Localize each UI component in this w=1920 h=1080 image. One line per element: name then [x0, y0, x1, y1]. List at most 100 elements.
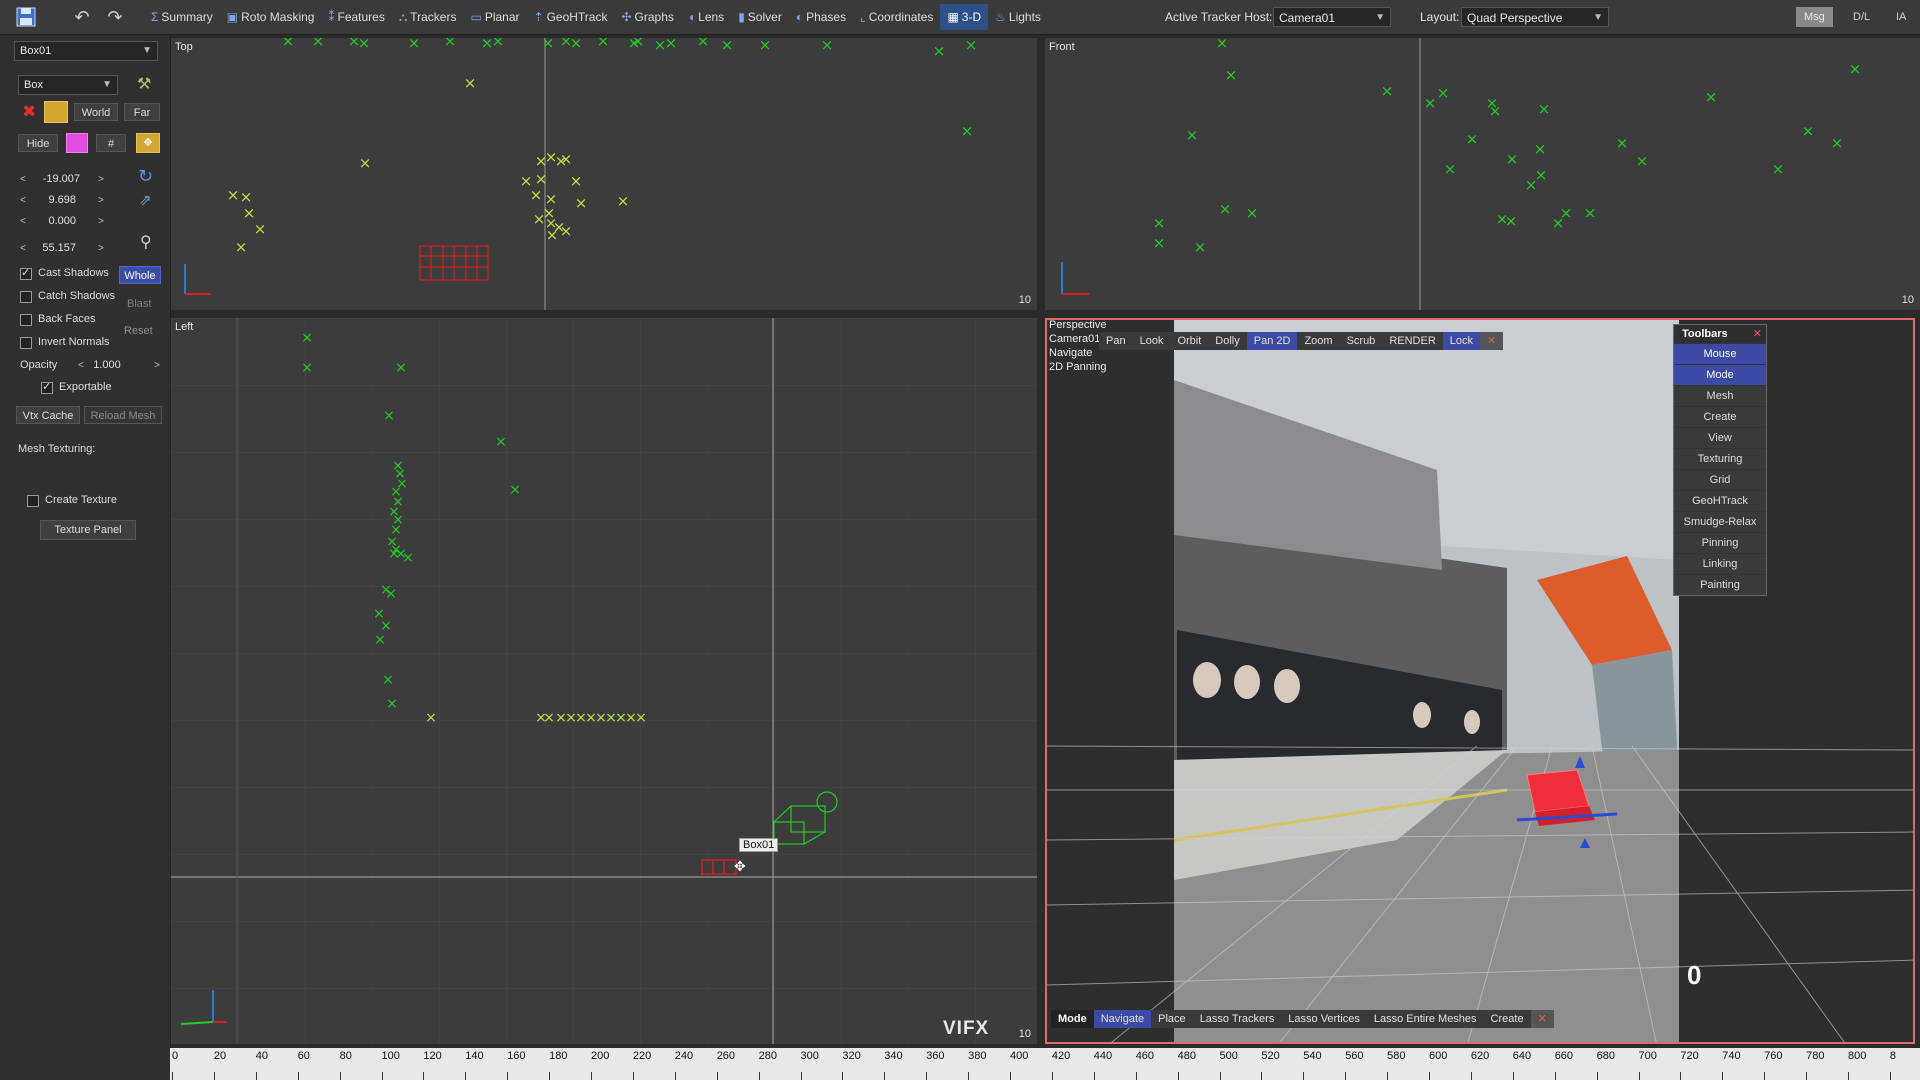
increment-x-arrow[interactable]: >: [98, 174, 104, 185]
mode-button-navigate[interactable]: Navigate: [1093, 1010, 1152, 1028]
close-icon[interactable]: ✕: [1753, 325, 1762, 343]
room-tab-3-d[interactable]: ▦ 3-D: [940, 4, 989, 30]
reset-button[interactable]: Reset: [124, 325, 153, 337]
toolbar-item-painting[interactable]: Painting: [1674, 574, 1766, 595]
toolbar-item-mode[interactable]: Mode: [1674, 364, 1766, 385]
undo-icon[interactable]: ↶: [70, 5, 94, 29]
mode-button-lasso-vertices[interactable]: Lasso Vertices: [1281, 1010, 1367, 1028]
mode-button-lasso-trackers[interactable]: Lasso Trackers: [1193, 1010, 1282, 1028]
left-viewport-canvas[interactable]: ×× ××××××××××××××××××××××××× ×× ×××××××××: [171, 318, 1037, 1044]
whole-button[interactable]: Whole: [119, 266, 161, 284]
room-tab-geohtrack[interactable]: ⇡ GeoHTrack: [527, 4, 615, 30]
pos-x-value[interactable]: -19.007: [30, 173, 80, 185]
perspective-scene[interactable]: [1047, 320, 1915, 1044]
scale-icon[interactable]: ⇗: [139, 191, 152, 209]
save-icon[interactable]: [14, 5, 38, 29]
nav-button-dolly[interactable]: Dolly: [1208, 332, 1246, 350]
mode-button-place[interactable]: Place: [1151, 1010, 1193, 1028]
mode-button-create[interactable]: Create: [1484, 1010, 1531, 1028]
toolbar-item-view[interactable]: View: [1674, 427, 1766, 448]
timeline-ruler[interactable]: 0 20 40 60 80 100 120 140 160 180 200 220 240 260 280 3…: [170, 1048, 1920, 1080]
exportable-checkbox[interactable]: [41, 380, 53, 394]
front-viewport[interactable]: × × × × × × × × × × × × × × × × × × × × × × × × × × × × × × × × Front 1…: [1045, 38, 1920, 310]
cast-shadows-checkbox[interactable]: [20, 266, 32, 280]
room-tab-summary[interactable]: Σ Summary: [144, 4, 220, 30]
room-tab-solver[interactable]: ▮ Solver: [731, 4, 789, 30]
nav-button-pan-2d[interactable]: Pan 2D: [1246, 332, 1298, 350]
room-tab-graphs[interactable]: ✣ Graphs: [614, 4, 680, 30]
hash-button[interactable]: #: [96, 134, 126, 152]
reload-mesh-button[interactable]: Reload Mesh: [84, 406, 162, 424]
object-select[interactable]: Box01 ▼: [14, 41, 158, 61]
redo-icon[interactable]: ↷: [103, 5, 127, 29]
close-icon[interactable]: ✕: [1480, 332, 1504, 350]
globe-icon[interactable]: [44, 101, 68, 123]
opacity-value[interactable]: 1.000: [82, 359, 132, 371]
nav-button-orbit[interactable]: Orbit: [1170, 332, 1208, 350]
pos-y-value[interactable]: 9.698: [26, 194, 76, 206]
increment-w-arrow[interactable]: >: [98, 243, 104, 254]
perspective-viewport[interactable]: Perspective Camera01 Navigate 2D Panning…: [1045, 318, 1915, 1044]
room-tab-phases[interactable]: ◐ Phases: [789, 4, 853, 30]
toolbar-item-pinning[interactable]: Pinning: [1674, 532, 1766, 553]
nav-button-pan[interactable]: Pan: [1099, 332, 1133, 350]
room-tab-features[interactable]: ⁑ Features: [321, 4, 391, 30]
increment-y-arrow[interactable]: >: [98, 195, 104, 206]
room-tab-coordinates[interactable]: ⌞ Coordinates: [853, 4, 940, 30]
close-icon[interactable]: ✕: [1530, 1010, 1554, 1028]
toolbar-item-texturing[interactable]: Texturing: [1674, 448, 1766, 469]
dl-button[interactable]: D/L: [1845, 7, 1879, 27]
front-viewport-canvas[interactable]: ××× ×××××××××××××××× ×× ×××××××××× ×: [1045, 38, 1920, 310]
top-viewport-canvas[interactable]: × × ×× × × ×× × ×× × × ×× × × × × ××××××× ××××××××× × ××× ×…: [171, 38, 1037, 310]
toolbar-item-create[interactable]: Create: [1674, 406, 1766, 427]
back-faces-checkbox[interactable]: [20, 314, 32, 326]
top-viewport[interactable]: × × × × × × × × × × × × × × × × × × × × × × × × × × × × × × × × × × × × × × × ×…: [171, 38, 1037, 310]
mode-button-lasso-entire-meshes[interactable]: Lasso Entire Meshes: [1367, 1010, 1484, 1028]
msg-button[interactable]: Msg: [1796, 7, 1833, 27]
toolbar-item-geohtrack[interactable]: GeoHTrack: [1674, 490, 1766, 511]
increment-opacity-arrow[interactable]: >: [154, 360, 160, 371]
far-button[interactable]: Far: [124, 103, 160, 121]
texture-panel-button[interactable]: Texture Panel: [40, 520, 136, 540]
tracker-host-select[interactable]: Camera01 ▼: [1273, 7, 1391, 27]
catch-shadows-checkbox[interactable]: [20, 291, 32, 303]
mesh-type-select[interactable]: Box ▼: [18, 75, 118, 95]
nav-button-scrub[interactable]: Scrub: [1340, 332, 1383, 350]
world-button[interactable]: World: [74, 103, 118, 121]
decrement-y-arrow[interactable]: <: [20, 195, 26, 206]
layout-select[interactable]: Quad Perspective ▼: [1461, 7, 1609, 27]
decrement-w-arrow[interactable]: <: [20, 243, 26, 254]
move-icon[interactable]: ✥: [136, 133, 160, 153]
room-tab-lens[interactable]: ◖ Lens: [681, 4, 731, 30]
pos-w-value[interactable]: 55.157: [26, 242, 76, 254]
room-tab-trackers[interactable]: ⛬ Trackers: [392, 4, 464, 30]
delete-icon[interactable]: ✖: [22, 102, 36, 122]
toolbar-item-mesh[interactable]: Mesh: [1674, 385, 1766, 406]
room-tab-roto-masking[interactable]: ▣ Roto Masking: [220, 4, 322, 30]
vtx-cache-button[interactable]: Vtx Cache: [16, 406, 80, 424]
room-tab-lights[interactable]: ♨ Lights: [988, 4, 1048, 30]
wrench-icon[interactable]: ⚲: [140, 232, 152, 252]
toolbar-item-smudge-relax[interactable]: Smudge-Relax: [1674, 511, 1766, 532]
create-texture-checkbox[interactable]: [27, 495, 39, 507]
toolbar-item-grid[interactable]: Grid: [1674, 469, 1766, 490]
pos-z-value[interactable]: 0.000: [26, 215, 76, 227]
increment-z-arrow[interactable]: >: [98, 216, 104, 227]
magic-wand-icon[interactable]: ⚒: [137, 74, 151, 94]
nav-button-look[interactable]: Look: [1133, 332, 1171, 350]
toolbar-item-mouse[interactable]: Mouse: [1674, 343, 1766, 364]
nav-button-render[interactable]: RENDER: [1382, 332, 1442, 350]
decrement-z-arrow[interactable]: <: [20, 216, 26, 227]
rotate-icon[interactable]: ↻: [138, 166, 153, 187]
left-viewport[interactable]: × × × × × × × × × × × × × × × × × × × × × × × × × × × × × × × × × × × × × × L…: [171, 318, 1037, 1044]
ia-button[interactable]: IA: [1888, 7, 1915, 27]
nav-button-zoom[interactable]: Zoom: [1297, 332, 1339, 350]
blast-button[interactable]: Blast: [127, 298, 151, 310]
toolbar-item-linking[interactable]: Linking: [1674, 553, 1766, 574]
hide-button[interactable]: Hide: [18, 134, 58, 152]
room-tab-planar[interactable]: ▭ Planar: [463, 4, 526, 30]
nav-button-lock[interactable]: Lock: [1442, 332, 1481, 350]
color-swatch[interactable]: [66, 133, 88, 153]
invert-normals-checkbox[interactable]: [20, 337, 32, 349]
decrement-x-arrow[interactable]: <: [20, 174, 26, 185]
